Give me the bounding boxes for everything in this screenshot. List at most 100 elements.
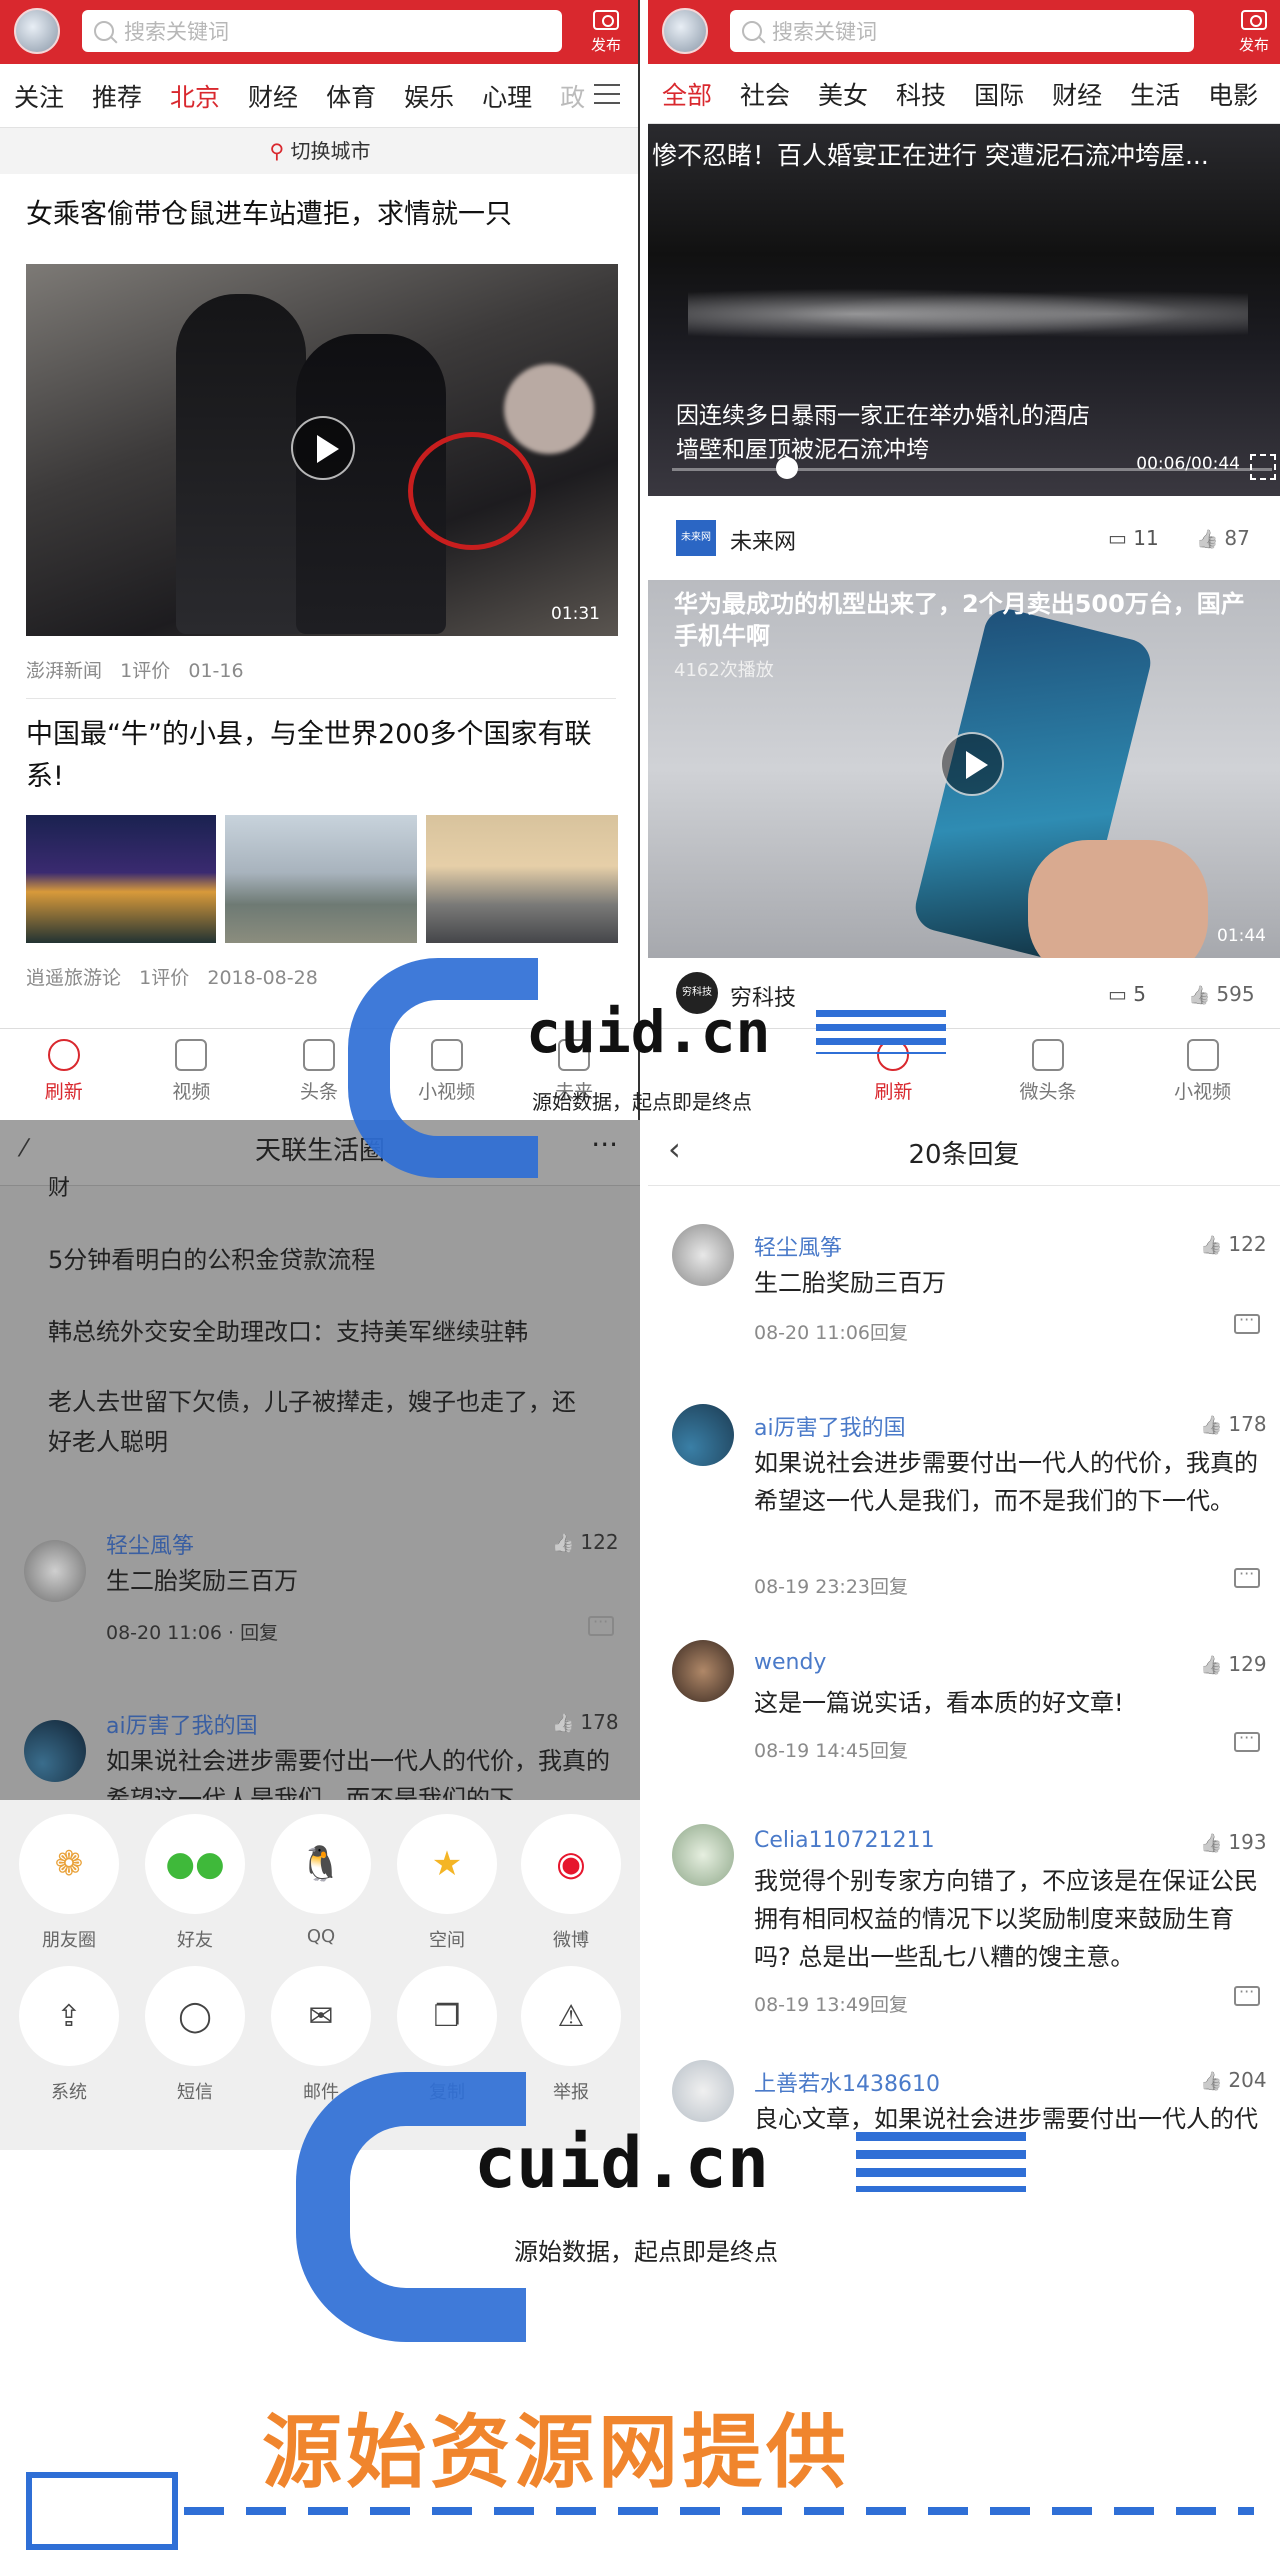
- watermark-brand: cuid.cn: [526, 998, 771, 1066]
- tab-channel[interactable]: 社会: [740, 76, 790, 112]
- reply-icon[interactable]: [1234, 1982, 1260, 2006]
- comment-avatar[interactable]: [24, 1720, 86, 1782]
- comment-author[interactable]: ai厉害了我的国: [754, 1410, 906, 1442]
- tab-channel-active[interactable]: 北京: [170, 78, 220, 114]
- related-item[interactable]: 5分钟看明白的公积金贷款流程: [48, 1240, 375, 1275]
- tab-channel[interactable]: 推荐: [92, 78, 142, 114]
- tab-short-video[interactable]: 小视频: [1125, 1029, 1280, 1120]
- share-qzone[interactable]: ★ 空间: [392, 1814, 502, 1952]
- wechat-icon: ●●: [145, 1814, 245, 1914]
- share-weibo[interactable]: ◉ 微博: [516, 1814, 626, 1952]
- comment-author[interactable]: Celia110721211: [754, 1828, 935, 1853]
- reply-icon[interactable]: [1234, 1564, 1260, 1588]
- comment-author[interactable]: 轻尘風筝: [106, 1528, 194, 1560]
- tab-video[interactable]: 视频: [128, 1029, 256, 1120]
- comment-avatar[interactable]: [672, 1640, 734, 1702]
- footer-box: [26, 2472, 178, 2550]
- watermark-lines: [856, 2132, 1026, 2192]
- video-thumbnail[interactable]: 01:31: [26, 264, 618, 636]
- reply-icon[interactable]: [1234, 1310, 1260, 1334]
- share-sms[interactable]: ◯ 短信: [140, 1966, 250, 2104]
- article-title[interactable]: 中国最“牛”的小县，与全世界200多个国家有联系!: [26, 714, 616, 798]
- footer: 源始资源网提供: [0, 2380, 1280, 2560]
- comment-time: 08-19 13:49回复: [754, 1994, 909, 2016]
- comment-avatar[interactable]: [672, 1224, 734, 1286]
- watermark-e-shape: [348, 958, 538, 1178]
- tab-channel[interactable]: 体育: [326, 78, 376, 114]
- like-count[interactable]: 178: [1200, 1412, 1266, 1436]
- tab-micro-headline[interactable]: 微头条: [971, 1029, 1126, 1120]
- tab-channel[interactable]: 生活: [1130, 76, 1180, 112]
- article-image[interactable]: [26, 815, 216, 943]
- camera-icon: [593, 10, 619, 30]
- search-input[interactable]: 搜索关键词: [82, 10, 562, 52]
- comment-author[interactable]: wendy: [754, 1650, 826, 1675]
- switch-city-button[interactable]: ⚲ 切换城市: [0, 128, 638, 174]
- tab-channel[interactable]: 国际: [974, 76, 1024, 112]
- highlight-circle: [408, 432, 536, 550]
- like-count[interactable]: 87: [1196, 526, 1249, 550]
- search-icon: [742, 21, 762, 41]
- tab-channel[interactable]: 财经: [1052, 76, 1102, 112]
- video-duration: 01:44: [1217, 926, 1266, 946]
- search-icon: [94, 21, 114, 41]
- share-moments[interactable]: ❁ 朋友圈: [14, 1814, 124, 1952]
- like-count[interactable]: 129: [1200, 1652, 1266, 1676]
- related-item[interactable]: 韩总统外交安全助理改口：支持美军继续驻韩: [48, 1312, 528, 1347]
- like-count[interactable]: 178: [552, 1710, 618, 1734]
- play-icon[interactable]: [940, 732, 1004, 796]
- watermark-slogan: 源始数据，起点即是终点: [532, 1090, 752, 1114]
- menu-icon[interactable]: [594, 84, 620, 104]
- tab-channel[interactable]: 娱乐: [404, 78, 454, 114]
- like-count[interactable]: 122: [552, 1530, 618, 1554]
- comment-avatar[interactable]: [24, 1540, 86, 1602]
- publish-button[interactable]: 发布: [582, 6, 630, 60]
- comment-count[interactable]: ▭ 5: [1108, 982, 1146, 1006]
- source-name[interactable]: 未来网: [730, 524, 796, 556]
- comment-author[interactable]: ai厉害了我的国: [106, 1708, 258, 1740]
- like-count[interactable]: 204: [1200, 2068, 1266, 2092]
- tab-channel[interactable]: 美女: [818, 76, 868, 112]
- chat-bubble-icon: [1032, 1039, 1064, 1071]
- play-icon: [175, 1039, 208, 1071]
- tab-channel[interactable]: 关注: [14, 78, 64, 114]
- tab-channel[interactable]: 财经: [248, 78, 298, 114]
- watermark-lines: [816, 1010, 946, 1054]
- share-wechat-friend[interactable]: ●● 好友: [140, 1814, 250, 1952]
- article-image[interactable]: [225, 815, 417, 943]
- reply-icon[interactable]: [588, 1612, 614, 1636]
- watermark-brand: cuid.cn: [474, 2122, 770, 2204]
- source-badge: 未来网: [676, 520, 716, 556]
- progress-handle[interactable]: [776, 457, 798, 479]
- article-title[interactable]: 女乘客偷带仓鼠进车站遭拒，求情就一只: [26, 194, 626, 236]
- user-avatar[interactable]: [14, 8, 60, 54]
- share-system[interactable]: ⇪ 系统: [14, 1966, 124, 2104]
- tab-channel[interactable]: 政: [560, 78, 585, 114]
- comment-author[interactable]: 轻尘風筝: [754, 1230, 842, 1262]
- play-icon[interactable]: [291, 416, 355, 480]
- panel-share-sheet: ⁄ 天联生活圈 ··· 财 5分钟看明白的公积金贷款流程 韩总统外交安全助理改口…: [0, 1120, 640, 2150]
- like-count[interactable]: 193: [1200, 1830, 1266, 1854]
- like-count[interactable]: 122: [1200, 1232, 1266, 1256]
- video-player[interactable]: 惨不忍睹！百人婚宴正在进行 突遭泥石流冲垮屋... 因连续多日暴雨一家正在举办婚…: [648, 124, 1280, 496]
- search-input[interactable]: 搜索关键词: [730, 10, 1194, 52]
- user-avatar[interactable]: [662, 8, 708, 54]
- comment-avatar[interactable]: [672, 1404, 734, 1466]
- related-item[interactable]: 老人去世留下欠债，儿子被撵走，嫂子也走了，还好老人聪明: [48, 1382, 588, 1462]
- like-count[interactable]: 595: [1188, 982, 1254, 1006]
- fullscreen-icon[interactable]: [1250, 454, 1276, 480]
- comment-count[interactable]: ▭ 11: [1108, 526, 1159, 550]
- publish-button[interactable]: 发布: [1230, 6, 1278, 60]
- share-qq[interactable]: 🐧 QQ: [266, 1814, 376, 1947]
- comment-icon: ▭: [1108, 526, 1134, 550]
- article-image[interactable]: [426, 815, 618, 943]
- comment-avatar[interactable]: [672, 1824, 734, 1886]
- tab-channel[interactable]: 电影: [1208, 76, 1258, 112]
- tab-channel[interactable]: 心理: [482, 78, 532, 114]
- reply-icon[interactable]: [1234, 1728, 1260, 1752]
- tab-channel-active[interactable]: 全部: [662, 76, 712, 112]
- related-item[interactable]: 财: [48, 1170, 70, 1202]
- tab-channel[interactable]: 科技: [896, 76, 946, 112]
- video-player[interactable]: 华为最成功的机型出来了，2个月卖出500万台，国产手机牛啊 4162次播放 01…: [648, 580, 1280, 958]
- tab-refresh[interactable]: 刷新: [0, 1029, 128, 1120]
